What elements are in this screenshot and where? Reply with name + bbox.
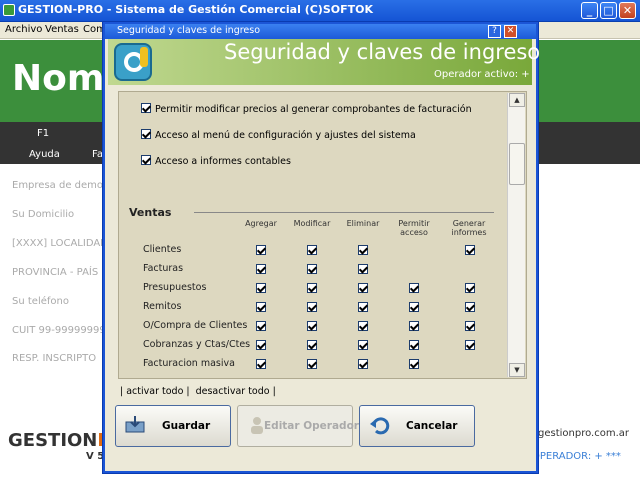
permission-checkbox[interactable] xyxy=(307,359,317,369)
row-label: Facturacion masiva xyxy=(143,358,235,369)
company-name: Empresa de demos xyxy=(12,180,109,191)
dialog-titlebar: Seguridad y claves de ingreso ? ✕ xyxy=(105,24,536,39)
permission-checkbox[interactable] xyxy=(465,283,475,293)
fkey-partial-label[interactable]: Fa xyxy=(92,149,103,160)
maximize-button[interactable]: □ xyxy=(600,2,617,19)
permission-checkbox[interactable] xyxy=(465,245,475,255)
company-locality: [XXXX] LOCALIDAD xyxy=(12,238,108,249)
close-button[interactable]: ✕ xyxy=(619,2,636,19)
row-label: Presupuestos xyxy=(143,282,207,293)
footer-operator: OPERADOR: + *** xyxy=(532,451,621,462)
permission-checkbox[interactable] xyxy=(307,302,317,312)
permission-checkbox[interactable] xyxy=(409,283,419,293)
vertical-scrollbar[interactable]: ▲ ▼ xyxy=(507,93,525,377)
row-label: Remitos xyxy=(143,301,182,312)
menu-ventas[interactable]: Ventas xyxy=(45,24,79,35)
brand-logo: GESTIONP xyxy=(8,430,111,451)
website-link[interactable]: gestionpro.com.ar xyxy=(538,428,629,439)
permission-checkbox[interactable] xyxy=(256,283,266,293)
permission-checkbox[interactable] xyxy=(358,245,368,255)
permission-checkbox[interactable] xyxy=(465,340,475,350)
permission-checkbox[interactable] xyxy=(409,359,419,369)
dialog-header: Seguridad y claves de ingreso Operador a… xyxy=(108,39,540,85)
permission-checkbox[interactable] xyxy=(465,302,475,312)
activate-all-link[interactable]: | activar todo | xyxy=(120,386,190,397)
permission-checkbox[interactable] xyxy=(256,321,266,331)
dialog-close-button[interactable]: ✕ xyxy=(504,25,517,38)
help-button[interactable]: ? xyxy=(488,25,501,38)
fkey-f1-label[interactable]: Ayuda xyxy=(29,149,60,160)
save-button[interactable]: Guardar xyxy=(115,405,231,447)
cancel-button[interactable]: Cancelar xyxy=(359,405,475,447)
company-tax-status: RESP. INSCRIPTO xyxy=(12,353,97,364)
permission-checkbox[interactable] xyxy=(307,283,317,293)
scroll-down-button[interactable]: ▼ xyxy=(509,363,525,377)
permission-checkbox[interactable] xyxy=(256,302,266,312)
scroll-up-button[interactable]: ▲ xyxy=(509,93,525,107)
active-operator: Operador activo: + xyxy=(434,69,530,80)
permission-grid: Clientes Facturas Presupuestos Remitos O/Com… xyxy=(119,92,505,378)
permission-checkbox[interactable] xyxy=(307,321,317,331)
row-label: O/Compra de Clientes xyxy=(143,320,248,331)
menu-archivo[interactable]: Archivo xyxy=(5,24,42,35)
undo-icon xyxy=(370,417,390,435)
permission-checkbox[interactable] xyxy=(307,340,317,350)
company-address: Su Domicilio xyxy=(12,209,75,220)
permission-checkbox[interactable] xyxy=(465,321,475,331)
edit-operator-button[interactable]: Editar Operador xyxy=(237,405,359,447)
company-cuit: CUIT 99-99999999 xyxy=(12,325,106,336)
app-title: GESTION-PRO - Sistema de Gestión Comerci… xyxy=(18,3,373,16)
app-icon xyxy=(3,4,15,16)
permission-checkbox[interactable] xyxy=(307,264,317,274)
security-dialog: Seguridad y claves de ingreso ? ✕ Seguri… xyxy=(103,22,540,473)
permission-checkbox[interactable] xyxy=(307,245,317,255)
deactivate-all-link[interactable]: desactivar todo | xyxy=(196,386,276,397)
permission-checkbox[interactable] xyxy=(409,321,419,331)
permissions-panel: Permitir modificar precios al generar co… xyxy=(118,91,527,379)
row-label: Clientes xyxy=(143,244,182,255)
dialog-title: Seguridad y claves de ingreso xyxy=(117,25,261,36)
dialog-heading: Seguridad y claves de ingreso xyxy=(224,40,541,64)
permission-checkbox[interactable] xyxy=(358,283,368,293)
company-province: PROVINCIA - PAÍS xyxy=(12,267,99,278)
fkey-f1[interactable]: F1 xyxy=(37,128,49,139)
permission-checkbox[interactable] xyxy=(358,321,368,331)
permission-checkbox[interactable] xyxy=(256,245,266,255)
company-phone: Su teléfono xyxy=(12,296,69,307)
save-icon xyxy=(125,416,145,433)
permission-checkbox[interactable] xyxy=(256,359,266,369)
bulk-actions: | activar todo | desactivar todo | xyxy=(120,386,282,397)
security-key-icon xyxy=(114,43,152,81)
permission-checkbox[interactable] xyxy=(256,264,266,274)
permission-checkbox[interactable] xyxy=(256,340,266,350)
row-label: Cobranzas y Ctas/Ctes xyxy=(143,339,251,350)
app-titlebar: GESTION-PRO - Sistema de Gestión Comerci… xyxy=(0,0,640,22)
permission-checkbox[interactable] xyxy=(409,302,419,312)
row-label: Facturas xyxy=(143,263,184,274)
minimize-button[interactable]: _ xyxy=(581,2,598,19)
permission-checkbox[interactable] xyxy=(358,359,368,369)
permission-checkbox[interactable] xyxy=(358,264,368,274)
permission-checkbox[interactable] xyxy=(358,340,368,350)
permission-checkbox[interactable] xyxy=(358,302,368,312)
scroll-thumb[interactable] xyxy=(509,143,525,185)
permission-checkbox[interactable] xyxy=(409,340,419,350)
